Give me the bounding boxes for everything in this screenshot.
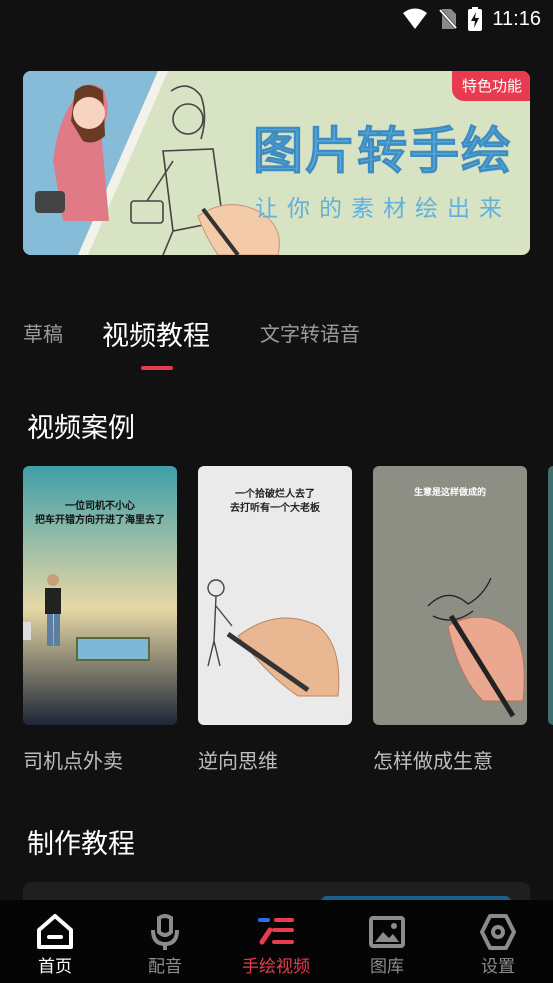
nav-gallery-label: 图库 bbox=[370, 957, 404, 977]
cases-section-title: 视频案例 bbox=[27, 413, 135, 444]
nav-home-label: 首页 bbox=[38, 957, 72, 977]
nav-hand-drawn-video[interactable]: 手绘视频 bbox=[221, 900, 331, 983]
status-bar: 11:16 bbox=[0, 0, 553, 38]
banner-subtitle: 让你的素材绘出来 bbox=[255, 196, 511, 222]
tab-text-to-speech[interactable]: 文字转语音 bbox=[260, 318, 360, 347]
case-thumbnail: 一位司机不小心 把车开错方向开进了海里去了 bbox=[23, 466, 177, 725]
case-card[interactable]: 一位司机不小心 把车开错方向开进了海里去了 司机点外卖 bbox=[23, 466, 177, 774]
home-icon bbox=[37, 914, 73, 949]
nav-settings[interactable]: 设置 bbox=[443, 900, 553, 983]
feature-badge: 特色功能 bbox=[451, 71, 530, 101]
case-caption: 一位司机不小心 把车开错方向开进了海里去了 bbox=[35, 501, 165, 526]
tab-video-tutorials[interactable]: 视频教程 bbox=[102, 314, 210, 353]
case-title: 司机点外卖 bbox=[23, 749, 123, 773]
case-card[interactable]: 一个拾破烂人去了 去打听有一个大老板 逆向思维 bbox=[198, 466, 352, 774]
case-card-partial[interactable] bbox=[548, 466, 553, 725]
tutorial-section-title: 制作教程 bbox=[27, 829, 135, 860]
cases-list: 一位司机不小心 把车开错方向开进了海里去了 司机点外卖 一个拾破烂人去了 去打听有一… bbox=[23, 466, 553, 786]
feature-banner[interactable]: 特色功能 图片转手绘 让你的素材绘出来 bbox=[23, 71, 530, 255]
case-caption: 生意是这样做成的 bbox=[413, 488, 486, 498]
nav-hand-drawn-video-label: 手绘视频 bbox=[242, 957, 310, 977]
image-icon bbox=[369, 916, 405, 948]
banner-title: 图片转手绘 bbox=[253, 122, 513, 181]
case-thumbnail: 一个拾破烂人去了 去打听有一个大老板 bbox=[198, 466, 352, 725]
case-thumbnail: 生意是这样做成的 bbox=[373, 466, 527, 725]
microphone-icon bbox=[151, 914, 179, 950]
hand-drawn-video-icon bbox=[258, 918, 294, 945]
nav-settings-label: 设置 bbox=[481, 957, 515, 977]
status-icons: 11:16 bbox=[402, 6, 541, 32]
tab-drafts[interactable]: 草稿 bbox=[23, 318, 63, 347]
settings-icon bbox=[480, 914, 516, 950]
nav-dubbing-label: 配音 bbox=[148, 957, 182, 977]
nav-dubbing[interactable]: 配音 bbox=[110, 900, 220, 983]
active-tab-indicator bbox=[141, 366, 173, 370]
battery-charging-icon bbox=[468, 7, 483, 31]
bottom-nav: 首页 配音 手绘视频 图库 设置 bbox=[0, 900, 553, 983]
nav-home[interactable]: 首页 bbox=[0, 900, 110, 983]
no-sim-icon bbox=[438, 8, 459, 30]
clock: 11:16 bbox=[492, 7, 541, 30]
case-caption: 一个拾破烂人去了 去打听有一个大老板 bbox=[230, 489, 320, 514]
case-card[interactable]: 生意是这样做成的 怎样做成生意 bbox=[373, 466, 527, 774]
case-title: 怎样做成生意 bbox=[373, 749, 493, 773]
nav-gallery[interactable]: 图库 bbox=[332, 900, 442, 983]
wifi-icon bbox=[403, 8, 428, 29]
case-thumbnail bbox=[548, 466, 553, 725]
tab-bar: 草稿 视频教程 文字转语音 bbox=[23, 318, 543, 374]
case-title: 逆向思维 bbox=[198, 749, 278, 773]
